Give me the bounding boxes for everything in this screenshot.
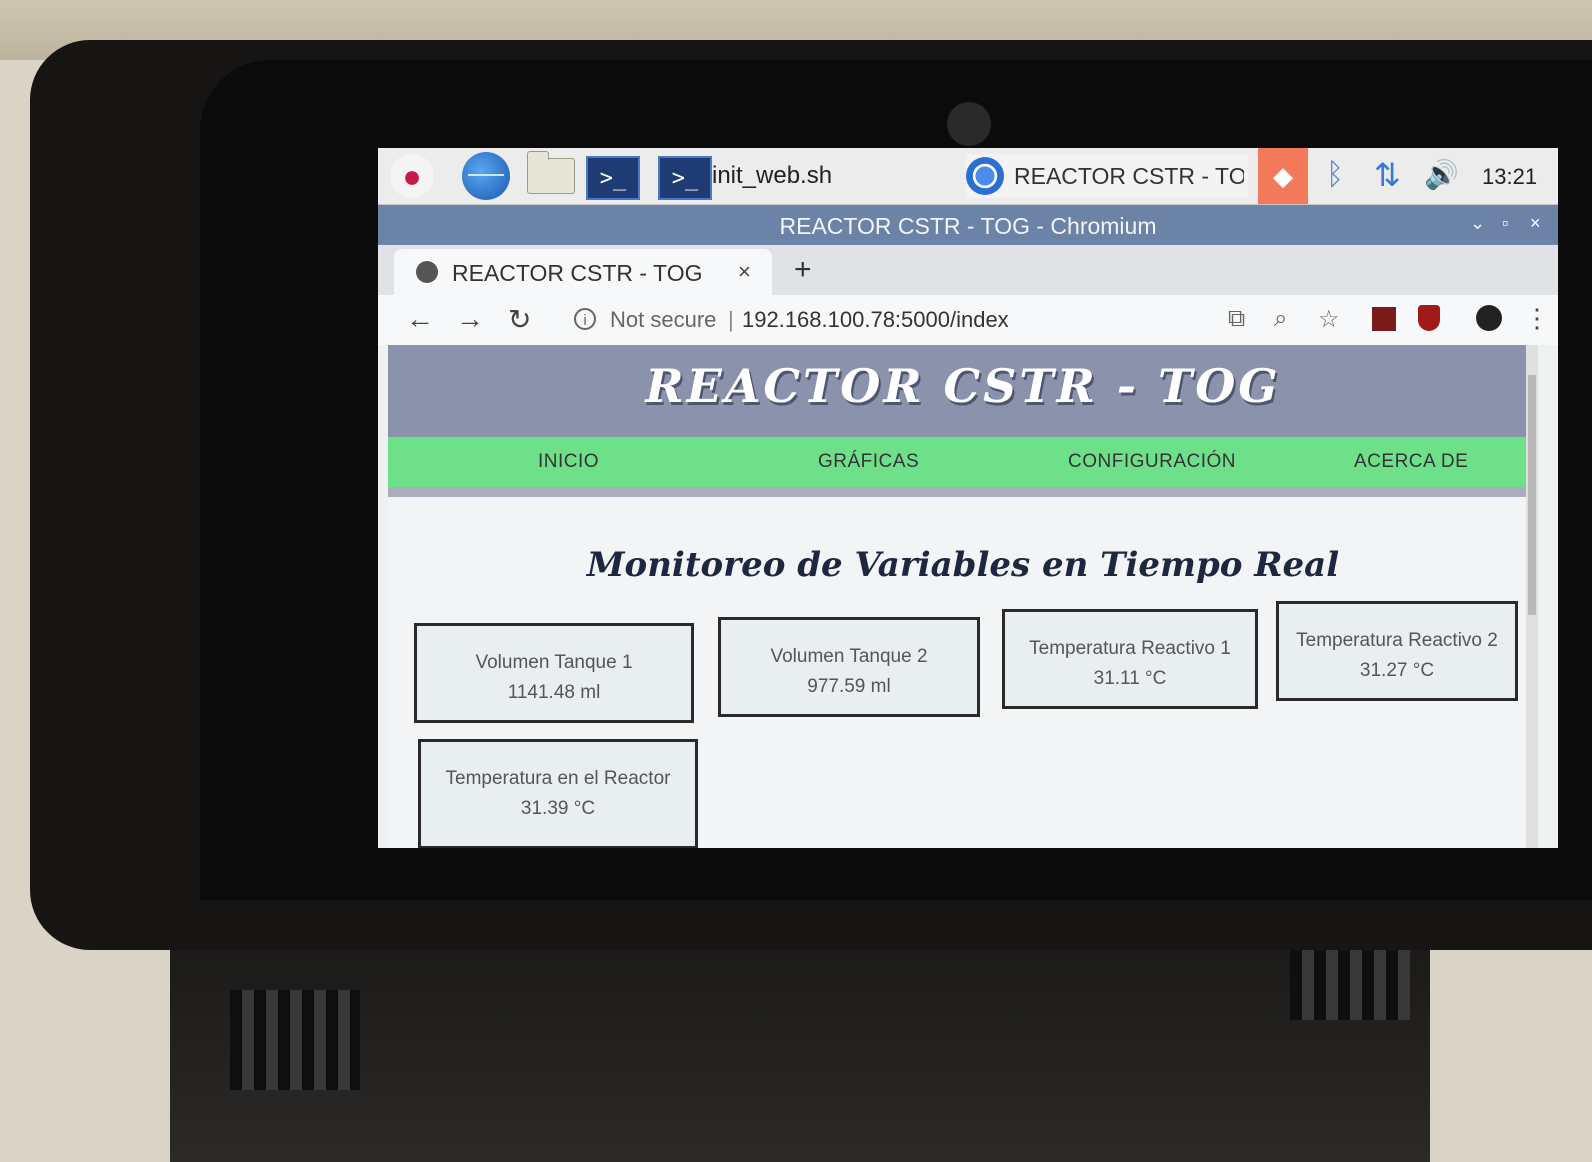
scrollbar-thumb[interactable] bbox=[1528, 375, 1536, 615]
maximize-icon[interactable]: ▫ bbox=[1502, 213, 1508, 234]
chrome-menu-icon[interactable]: ⋮ bbox=[1524, 303, 1550, 334]
bookmark-star-icon[interactable]: ☆ bbox=[1318, 305, 1340, 334]
nav-configuracion[interactable]: CONFIGURACIÓN bbox=[1068, 451, 1236, 473]
site-info-icon[interactable]: i bbox=[574, 308, 596, 330]
nav-acerca-de[interactable]: ACERCA DE bbox=[1354, 451, 1468, 473]
not-secure-label[interactable]: Not secure bbox=[610, 307, 716, 333]
card-value: 31.27 °C bbox=[1359, 660, 1435, 681]
chromium-task-button[interactable]: REACTOR CSTR - TO... bbox=[966, 154, 1248, 198]
web-page: REACTOR CSTR - TOG INICIO GRÁFICAS CONFI… bbox=[388, 345, 1538, 848]
card-value: 977.59 ml bbox=[807, 676, 891, 697]
close-window-icon[interactable]: × bbox=[1530, 213, 1541, 234]
section-title: Monitoreo de Variables en Tiempo Real bbox=[586, 545, 1340, 585]
back-button[interactable]: ← bbox=[406, 303, 434, 335]
tab-reactor[interactable]: REACTOR CSTR - TOG × bbox=[394, 249, 772, 295]
new-tab-button[interactable]: + bbox=[794, 253, 812, 287]
bluetooth-icon[interactable]: ᛒ bbox=[1326, 158, 1344, 192]
card-label: Temperatura Reactivo 1 bbox=[1029, 638, 1231, 659]
tab-close-icon[interactable]: × bbox=[738, 259, 751, 285]
site-header: REACTOR CSTR - TOG bbox=[388, 345, 1538, 437]
card-temperatura-reactivo-2: Temperatura Reactivo 2 31.27 °C bbox=[1276, 601, 1518, 701]
file-manager-icon[interactable] bbox=[526, 151, 576, 198]
display-screen: ● >_ >_ init_web.sh REACTOR CSTR - TO...… bbox=[378, 148, 1558, 848]
globe-icon bbox=[416, 261, 438, 283]
vnc-icon[interactable]: ◆ bbox=[1258, 148, 1308, 204]
raspberry-menu-icon[interactable]: ● bbox=[390, 154, 434, 198]
card-value: 31.11 °C bbox=[1093, 668, 1167, 689]
camera-lens bbox=[947, 102, 991, 146]
card-value: 31.39 °C bbox=[520, 798, 596, 819]
forward-button[interactable]: → bbox=[456, 303, 484, 335]
reload-button[interactable]: ↻ bbox=[508, 303, 531, 336]
tab-strip: REACTOR CSTR - TOG × + bbox=[378, 245, 1558, 295]
card-label: Volumen Tanque 1 bbox=[475, 652, 633, 673]
address-bar[interactable]: 192.168.100.78:5000/index bbox=[742, 307, 1009, 333]
card-volumen-tanque-1: Volumen Tanque 1 1141.48 ml bbox=[414, 623, 694, 723]
card-temperatura-reactivo-1: Temperatura Reactivo 1 31.11 °C bbox=[1002, 609, 1258, 709]
tab-title: REACTOR CSTR - TOG bbox=[452, 260, 703, 286]
translate-icon[interactable]: ⧉ bbox=[1228, 305, 1245, 333]
nav-inicio[interactable]: INICIO bbox=[538, 451, 599, 473]
web-browser-icon[interactable] bbox=[462, 152, 510, 200]
site-nav: INICIO GRÁFICAS CONFIGURACIÓN ACERCA DE bbox=[388, 437, 1538, 487]
card-value: 1141.48 ml bbox=[507, 682, 601, 703]
card-temperatura-reactor: Temperatura en el Reactor 31.39 °C bbox=[418, 739, 698, 848]
site-title: REACTOR CSTR - TOG bbox=[645, 359, 1281, 413]
taskbar: ● >_ >_ init_web.sh REACTOR CSTR - TO...… bbox=[378, 148, 1558, 205]
card-label: Temperatura Reactivo 2 bbox=[1296, 630, 1498, 651]
terminal-task-label[interactable]: init_web.sh bbox=[712, 162, 832, 190]
chromium-task-label: REACTOR CSTR - TO... bbox=[1014, 162, 1244, 189]
browser-toolbar: ← → ↻ i Not secure | 192.168.100.78:5000… bbox=[378, 295, 1558, 345]
ublock-icon[interactable] bbox=[1418, 305, 1440, 331]
window-title: REACTOR CSTR - TOG - Chromium bbox=[779, 213, 1157, 239]
nav-divider bbox=[388, 487, 1538, 497]
chromium-icon bbox=[966, 157, 1004, 195]
minimize-icon[interactable]: ⌄ bbox=[1470, 213, 1485, 234]
card-volumen-tanque-2: Volumen Tanque 2 977.59 ml bbox=[718, 617, 980, 717]
terminal-task-icon[interactable]: >_ bbox=[658, 156, 712, 200]
stand-vent-left bbox=[230, 990, 360, 1090]
network-icon[interactable]: ⇅ bbox=[1374, 156, 1401, 194]
card-label: Volumen Tanque 2 bbox=[770, 646, 928, 667]
address-separator: | bbox=[728, 307, 734, 332]
page-scrollbar[interactable] bbox=[1526, 345, 1538, 848]
card-label: Temperatura en el Reactor bbox=[445, 768, 671, 789]
volume-icon[interactable]: 🔊 bbox=[1424, 158, 1459, 191]
account-icon[interactable] bbox=[1476, 305, 1502, 331]
nav-graficas[interactable]: GRÁFICAS bbox=[818, 451, 919, 473]
terminal-icon[interactable]: >_ bbox=[586, 156, 640, 200]
clock[interactable]: 13:21 bbox=[1482, 164, 1537, 190]
extension-icon[interactable] bbox=[1372, 307, 1396, 331]
zoom-icon[interactable]: ⌕ bbox=[1274, 305, 1287, 333]
window-titlebar[interactable]: REACTOR CSTR - TOG - Chromium ⌄ ▫ × bbox=[378, 205, 1558, 245]
